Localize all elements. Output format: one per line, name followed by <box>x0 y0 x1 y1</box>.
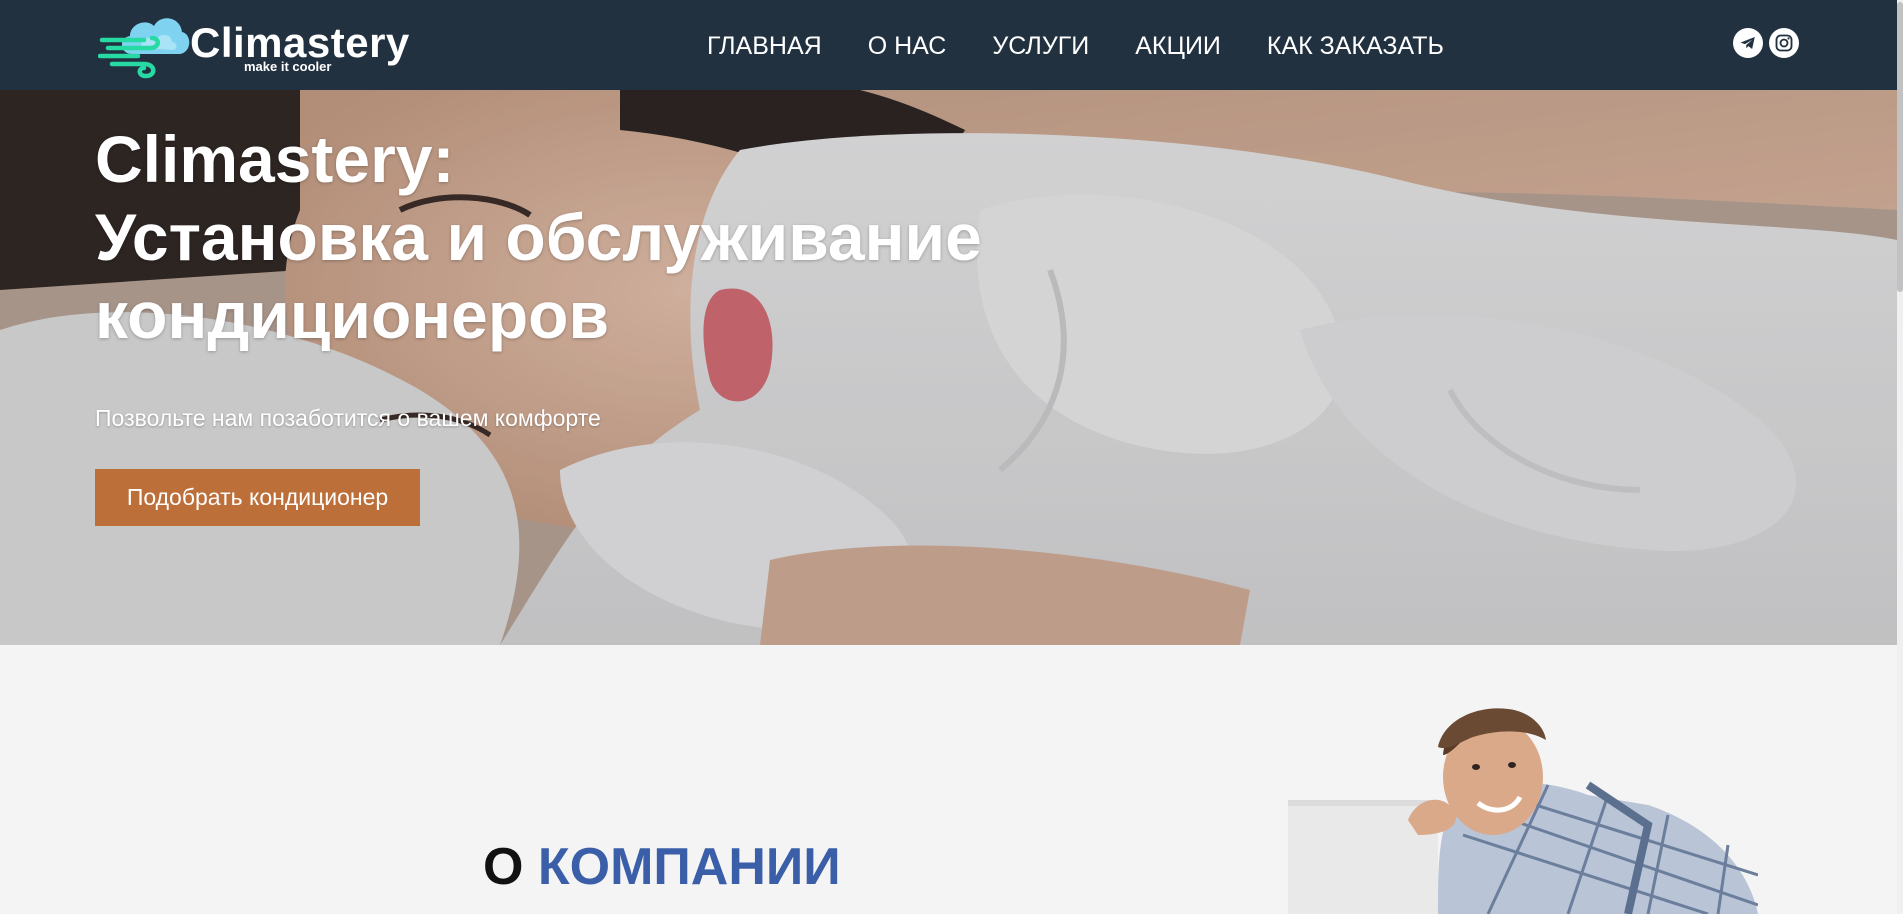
instagram-icon <box>1775 34 1793 52</box>
main-nav: ГЛАВНАЯ О НАС УСЛУГИ АКЦИИ КАК ЗАКАЗАТЬ <box>707 32 1444 60</box>
hero-title: Climastery: Установка и обслуживание кон… <box>95 120 982 354</box>
logo-text: Climastery <box>190 19 410 66</box>
social-links <box>1733 28 1799 58</box>
scrollbar-thumb[interactable] <box>1897 2 1903 292</box>
hero-title-line: Установка и обслуживание <box>95 200 982 274</box>
about-heading-accent: КОМПАНИИ <box>537 838 841 896</box>
about-heading-prefix: О <box>483 838 524 896</box>
nav-item-promotions[interactable]: АКЦИИ <box>1135 32 1221 60</box>
telegram-icon <box>1740 37 1755 49</box>
technician-photo <box>1288 708 1758 914</box>
telegram-link[interactable] <box>1733 28 1763 58</box>
about-section: О КОМПАНИИ <box>0 645 1897 914</box>
hero-title-line: кондиционеров <box>95 278 610 352</box>
hero-title-line: Climastery: <box>95 122 455 196</box>
nav-item-how-to-order[interactable]: КАК ЗАКАЗАТЬ <box>1267 32 1444 60</box>
navbar: Climastery make it cooler ГЛАВНАЯ О НАС … <box>0 0 1897 90</box>
nav-item-services[interactable]: УСЛУГИ <box>992 32 1089 60</box>
page: Climastery make it cooler ГЛАВНАЯ О НАС … <box>0 0 1903 914</box>
choose-ac-button[interactable]: Подобрать кондиционер <box>95 469 420 526</box>
hero-subtitle: Позвольте нам позаботится о вашем комфор… <box>95 405 601 431</box>
about-heading: О КОМПАНИИ <box>483 841 841 893</box>
hero-section: Climastery: Установка и обслуживание кон… <box>0 90 1897 645</box>
logo-link[interactable]: Climastery make it cooler <box>98 8 409 80</box>
nav-item-home[interactable]: ГЛАВНАЯ <box>707 32 822 60</box>
page-scrollbar[interactable] <box>1897 0 1903 914</box>
logo-tagline: make it cooler <box>244 59 332 74</box>
instagram-link[interactable] <box>1769 28 1799 58</box>
logo-cloud-icon <box>98 18 190 79</box>
nav-item-about[interactable]: О НАС <box>868 32 947 60</box>
